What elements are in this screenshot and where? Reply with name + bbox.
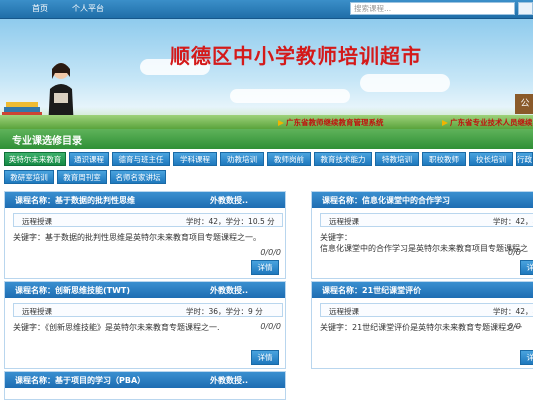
tab-preservice[interactable]: 教师岗前 [267,152,311,166]
course-name-value: 基于数据的批判性思维 [55,196,135,205]
section-title: 专业课选修目录 [12,136,82,147]
course-type: 远程授课 [329,217,359,226]
tab-research[interactable]: 教研室培训 [4,170,54,184]
course-counts: 0/0 [508,322,521,331]
tab-special[interactable]: 特教培训 [375,152,419,166]
course-hours: 学时：42，学分 [493,217,533,226]
course-name-label: 课程名称： [322,286,362,295]
tab-intel[interactable]: 英特尔未来教育 [4,152,66,166]
course-name-label: 课程名称： [15,196,55,205]
banner-sign: 公 [515,94,533,114]
course-type: 远程授课 [22,217,52,226]
course-card: 课程名称：基于项目的学习（PBA） 外教数授.. [4,371,286,400]
tab-weekly[interactable]: 教育周刊室 [57,170,107,184]
course-type: 远程授课 [22,307,52,316]
course-name[interactable]: 课程名称：信息化课堂中的合作学习 [322,195,450,206]
course-card: 课程名称：21世纪课堂评价 远程授课 学时：42，学分 关键字：21世纪课堂评价… [311,281,533,369]
tab-edtech[interactable]: 教育技术能力 [314,152,372,166]
detail-button[interactable]: 详情 [251,260,279,275]
course-nice-count: 外教数授.. [210,286,249,295]
course-hours: 学时：36，学分：9 分 [186,307,263,316]
course-info-row: 远程授课 学时：42，学分：10.5 分 [13,213,283,227]
course-hours: 学时：42，学分：10.5 分 [186,217,275,226]
course-card: 课程名称：基于数据的批判性思维 外教数授.. 远程授课 学时：42，学分：10.… [4,191,286,279]
course-keyword: 关键字：21世纪课堂评价是英特尔未来教育专题课程之一 [320,323,523,332]
tab-masters[interactable]: 名师名家讲坛 [110,170,166,184]
tab-subject[interactable]: 学科课程 [173,152,217,166]
course-hours: 学时：42，学分 [493,307,533,316]
cloud-decoration [230,89,350,103]
course-nice-count: 外教数授.. [210,376,249,385]
course-name-label: 课程名称： [322,196,362,205]
course-counts: 0/0 [508,248,521,257]
course-name-value: 信息化课堂中的合作学习 [362,196,450,205]
course-info-row: 远程授课 学时：36，学分：9 分 [13,303,283,317]
course-info-row: 远程授课 学时：42，学分 [320,303,533,317]
course-card: 课程名称：创新思维技能(TWT) 外教数授.. 远程授课 学时：36，学分：9 … [4,281,286,369]
arrow-icon [278,120,284,126]
tab-admin[interactable]: 行政 [516,152,533,166]
course-name[interactable]: 课程名称：基于项目的学习（PBA） [15,375,145,386]
course-card-header: 课程名称：信息化课堂中的合作学习 [312,192,533,208]
course-name-value: 创新思维技能(TWT) [55,286,131,295]
section-bar: 专业课选修目录 广东省教师继续教育管理系统 广东省专业技术人员继续 [0,118,533,149]
course-card-header: 课程名称：21世纪课堂评价 [312,282,533,298]
search-button[interactable] [518,2,533,15]
course-keyword: 关键字：基于数据的批判性思维是英特尔未来教育项目专题课程之一。 [13,233,261,242]
detail-button[interactable]: 详情 [520,260,533,275]
course-counts: 0/0/0 [260,248,281,257]
course-keyword-text: 信息化课堂中的合作学习是英特尔未来教育项目专题课程之 [320,244,528,253]
arrow-icon [442,120,448,126]
banner: 顺德区中小学教师培训超市 公 [0,19,533,129]
link-teacher-system-label: 广东省教师继续教育管理系统 [286,118,384,127]
course-keyword-label: 关键字： [320,233,352,242]
detail-button[interactable]: 详情 [520,350,533,365]
course-name[interactable]: 课程名称：创新思维技能(TWT) [15,285,130,296]
course-name[interactable]: 课程名称：基于数据的批判性思维 [15,195,135,206]
course-card-header: 课程名称：创新思维技能(TWT) 外教数授.. [5,282,285,298]
detail-button[interactable]: 详情 [251,350,279,365]
nav-home-link[interactable]: 首页 [32,3,48,14]
tab-general[interactable]: 通识课程 [69,152,109,166]
course-card-header: 课程名称：基于项目的学习（PBA） 外教数授.. [5,372,285,388]
link-professional-system[interactable]: 广东省专业技术人员继续 [442,117,533,128]
course-keyword: 关键字： 信息化课堂中的合作学习是英特尔未来教育项目专题课程之 [320,232,533,254]
course-name[interactable]: 课程名称：21世纪课堂评价 [322,285,421,296]
search-input[interactable]: 搜索课程... [350,2,515,15]
course-type: 远程授课 [329,307,359,316]
nav-personal-link[interactable]: 个人平台 [72,3,104,14]
cloud-decoration [360,74,450,92]
tab-moral[interactable]: 德育与班主任 [112,152,170,166]
course-nice-count: 外教数授.. [210,196,249,205]
tab-vocational[interactable]: 职校教师 [422,152,466,166]
course-name-label: 课程名称： [15,286,55,295]
course-info-row: 远程授课 学时：42，学分 [320,213,533,227]
course-keyword: 关键字：《创新思维技能》是英特尔未来教育专题课程之一. [13,323,220,332]
tab-principal[interactable]: 校长培训 [469,152,513,166]
course-counts: 0/0/0 [260,322,281,331]
course-card-header: 课程名称：基于数据的批判性思维 外教数授.. [5,192,285,208]
tab-training[interactable]: 劝教培训 [220,152,264,166]
banner-title: 顺德区中小学教师培训超市 [170,44,422,68]
top-nav: 首页 个人平台 搜索课程... [0,0,533,19]
course-name-value: 21世纪课堂评价 [362,286,422,295]
link-teacher-system[interactable]: 广东省教师继续教育管理系统 [278,117,384,128]
course-card: 课程名称：信息化课堂中的合作学习 远程授课 学时：42，学分 关键字： 信息化课… [311,191,533,279]
course-name-label: 课程名称： [15,376,55,385]
link-professional-system-label: 广东省专业技术人员继续 [450,118,533,127]
course-name-value: 基于项目的学习（PBA） [55,376,146,385]
